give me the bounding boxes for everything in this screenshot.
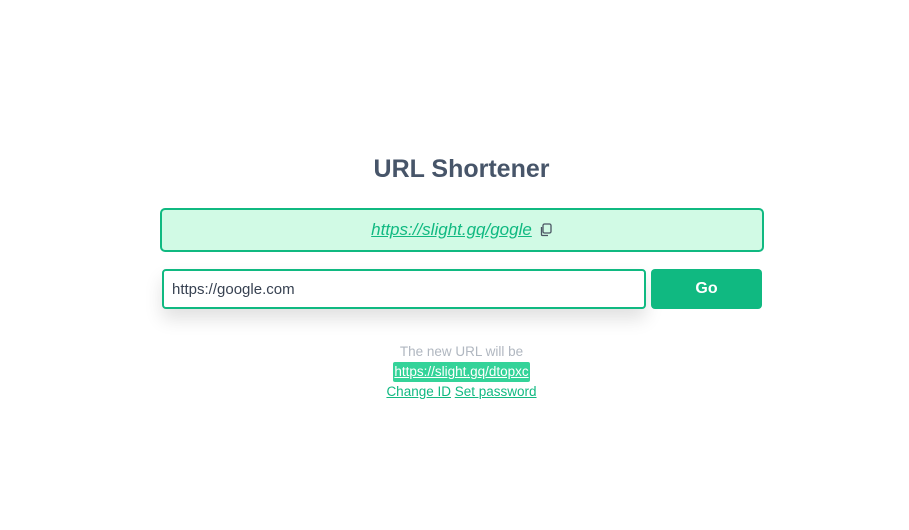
go-button[interactable]: Go	[651, 269, 762, 309]
url-input[interactable]	[162, 269, 646, 309]
preview-label: The new URL will be	[399, 344, 524, 359]
new-url-link[interactable]: https://slight.gq/dtopxc	[393, 362, 530, 382]
preview-info: The new URL will be https://slight.gq/dt…	[0, 342, 909, 402]
copy-icon[interactable]	[539, 223, 553, 237]
change-id-link[interactable]: Change ID	[386, 384, 451, 399]
set-password-link[interactable]: Set password	[455, 384, 537, 399]
shortened-url-link[interactable]: https://slight.gq/gogle	[371, 220, 532, 240]
page: URL Shortener https://slight.gq/gogle Go…	[0, 0, 909, 530]
preview-actions: Change ID Set password	[0, 382, 909, 402]
shorten-form: Go	[162, 269, 762, 309]
page-title: URL Shortener	[373, 155, 550, 183]
shortened-url-box: https://slight.gq/gogle	[160, 208, 764, 252]
